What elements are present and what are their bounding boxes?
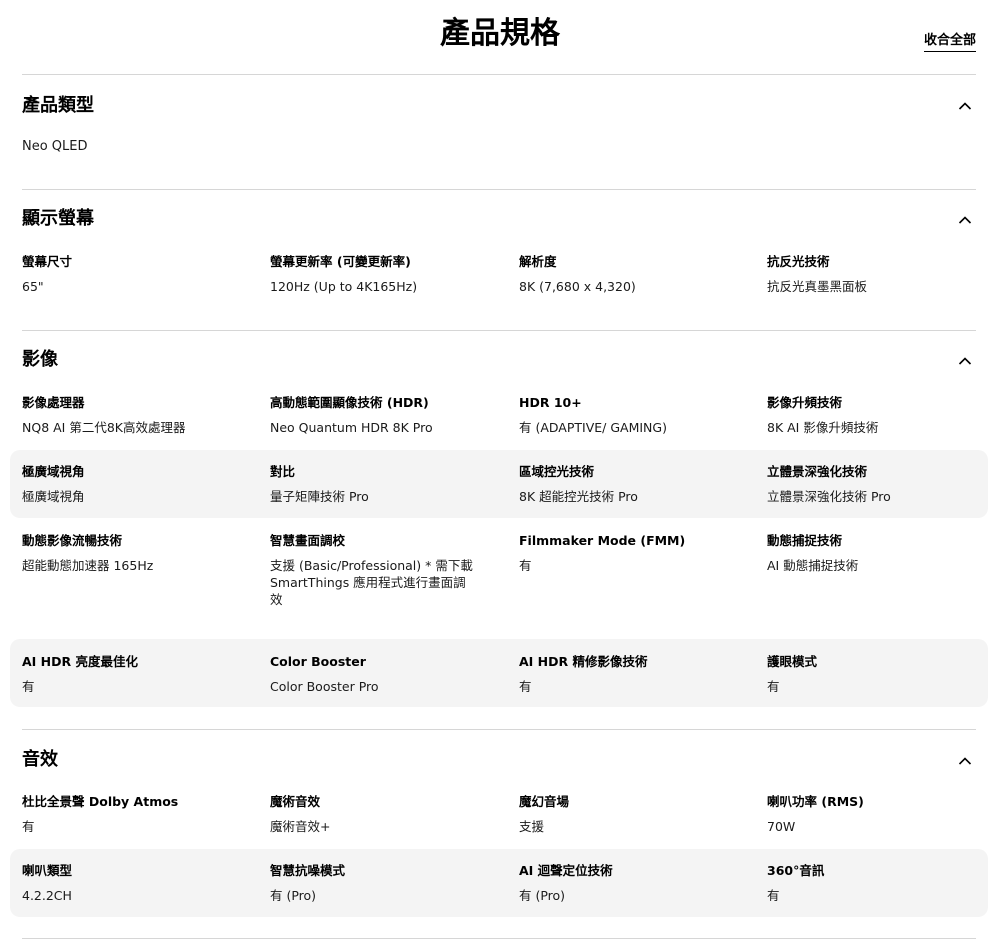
section-title: 產品類型 xyxy=(22,95,94,116)
spec-label: 螢幕尺寸 xyxy=(22,254,73,269)
spec-row: 喇叭類型 4.2.2CH 智慧抗噪模式 有 (Pro) AI 迴聲定位技術 有 … xyxy=(10,849,988,917)
spec-value: 立體景深強化技術 Pro xyxy=(767,489,891,504)
spec-value: 支援 (Basic/Professional) * 需下載 SmartThing… xyxy=(270,558,473,607)
spec-label: Color Booster xyxy=(270,654,366,669)
spec-value: 魔術音效+ xyxy=(270,819,331,834)
spec-row: 螢幕尺寸 65" 螢幕更新率 (可變更新率) 120Hz (Up to 4K16… xyxy=(10,253,988,303)
spec-label: 高動態範圍顯像技術 (HDR) xyxy=(270,395,429,410)
spec-label: AI HDR 精修影像技術 xyxy=(519,654,648,669)
section-title: 音效 xyxy=(22,749,58,770)
spec-value: 有 xyxy=(519,679,532,694)
spec-value: 有 xyxy=(767,679,780,694)
spec-value: Neo QLED xyxy=(22,139,88,154)
spec-label: 360°音訊 xyxy=(767,863,825,878)
section-divider xyxy=(22,189,976,190)
spec-value: 有 (Pro) xyxy=(270,888,317,903)
spec-label: 解析度 xyxy=(519,254,557,269)
spec-value: 超能動態加速器 165Hz xyxy=(22,558,154,573)
chevron-up-icon[interactable] xyxy=(958,754,972,768)
spec-value: 120Hz (Up to 4K165Hz) xyxy=(270,279,418,294)
section-divider xyxy=(22,330,976,331)
spec-label: 喇叭類型 xyxy=(22,863,73,878)
chevron-up-icon[interactable] xyxy=(958,99,972,113)
spec-value: 有 (ADAPTIVE/ GAMING) xyxy=(519,420,667,435)
spec-label: 影像升頻技術 xyxy=(767,395,843,410)
chevron-up-icon[interactable] xyxy=(958,354,972,368)
spec-label: 影像處理器 xyxy=(22,395,85,410)
spec-value: 有 (Pro) xyxy=(519,888,566,903)
spec-label: HDR 10+ xyxy=(519,395,582,410)
spec-row: 杜比全景聲 Dolby Atmos 有 魔術音效 魔術音效+ 魔幻音場 支援 喇… xyxy=(10,793,988,847)
spec-value: 有 xyxy=(519,558,532,573)
spec-label: 智慧畫面調校 xyxy=(270,533,346,548)
spec-label: 魔術音效 xyxy=(270,794,321,809)
spec-label: 動態影像流暢技術 xyxy=(22,533,123,548)
spec-label: Filmmaker Mode (FMM) xyxy=(519,533,686,548)
spec-label: AI 迴聲定位技術 xyxy=(519,863,613,878)
spec-row: AI HDR 亮度最佳化 有 Color Booster Color Boost… xyxy=(10,639,988,707)
spec-row: 動態影像流暢技術 超能動態加速器 165Hz 智慧畫面調校 支援 (Basic/… xyxy=(10,532,988,632)
section-divider xyxy=(22,74,976,75)
spec-label: 魔幻音場 xyxy=(519,794,570,809)
spec-label: 區域控光技術 xyxy=(519,464,595,479)
spec-label: 動態捕捉技術 xyxy=(767,533,843,548)
spec-label: 智慧抗噪模式 xyxy=(270,863,346,878)
spec-value: 8K AI 影像升頻技術 xyxy=(767,420,879,435)
collapse-all-link[interactable]: 收合全部 xyxy=(923,32,976,52)
spec-value: 65" xyxy=(22,279,44,294)
spec-value: NQ8 AI 第二代8K高效處理器 xyxy=(22,420,186,435)
spec-label: 螢幕更新率 (可變更新率) xyxy=(270,254,411,269)
spec-value: 有 xyxy=(22,679,35,694)
spec-value: 8K (7,680 x 4,320) xyxy=(519,279,636,294)
section-title: 顯示螢幕 xyxy=(22,208,94,229)
spec-value: Color Booster Pro xyxy=(270,679,379,694)
spec-value: 量子矩陣技術 Pro xyxy=(270,489,369,504)
spec-label: 立體景深強化技術 xyxy=(767,464,868,479)
section-divider xyxy=(22,938,976,939)
spec-value: 極廣域視角 xyxy=(22,489,85,504)
section-title: 影像 xyxy=(22,349,58,370)
spec-value: AI 動態捕捉技術 xyxy=(767,558,859,573)
spec-value: 抗反光真墨黑面板 xyxy=(767,279,868,294)
spec-value: Neo Quantum HDR 8K Pro xyxy=(270,420,433,435)
chevron-up-icon[interactable] xyxy=(958,213,972,227)
spec-label: 極廣域視角 xyxy=(22,464,85,479)
section-divider xyxy=(22,729,976,730)
spec-value: 70W xyxy=(767,819,796,834)
spec-value: 有 xyxy=(767,888,780,903)
spec-value: 有 xyxy=(22,819,35,834)
spec-label: 對比 xyxy=(270,464,296,479)
spec-row: 極廣域視角 極廣域視角 對比 量子矩陣技術 Pro 區域控光技術 8K 超能控光… xyxy=(10,450,988,518)
spec-value: 4.2.2CH xyxy=(22,888,72,903)
spec-label: 喇叭功率 (RMS) xyxy=(767,794,864,809)
spec-label: AI HDR 亮度最佳化 xyxy=(22,654,138,669)
spec-label: 杜比全景聲 Dolby Atmos xyxy=(22,794,179,809)
spec-value: 8K 超能控光技術 Pro xyxy=(519,489,638,504)
spec-label: 護眼模式 xyxy=(767,654,818,669)
spec-row: 影像處理器 NQ8 AI 第二代8K高效處理器 高動態範圍顯像技術 (HDR) … xyxy=(10,394,988,448)
page-title: 產品規格 xyxy=(440,16,560,51)
spec-value: 支援 xyxy=(519,819,545,834)
spec-label: 抗反光技術 xyxy=(767,254,830,269)
